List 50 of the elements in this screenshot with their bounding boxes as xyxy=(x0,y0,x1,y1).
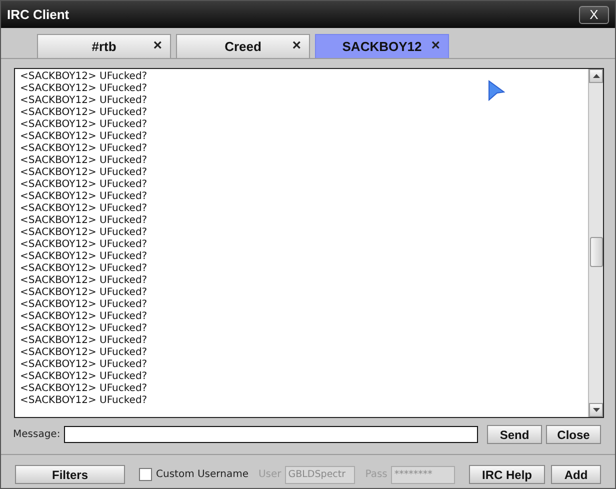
chat-line: <SACKBOY12> UFucked? xyxy=(20,299,148,311)
close-button[interactable]: Close xyxy=(546,425,601,444)
scrollbar[interactable] xyxy=(588,69,603,417)
add-button[interactable]: Add xyxy=(551,465,601,484)
close-button[interactable]: X xyxy=(579,6,609,24)
close-icon[interactable]: × xyxy=(292,37,301,55)
chat-line: <SACKBOY12> UFucked? xyxy=(20,311,148,323)
chat-line: <SACKBOY12> UFucked? xyxy=(20,251,148,263)
chat-line: <SACKBOY12> UFucked? xyxy=(20,359,148,371)
message-field[interactable] xyxy=(64,426,478,443)
chat-line: <SACKBOY12> UFucked? xyxy=(20,323,148,335)
window-title: IRC Client xyxy=(7,6,70,24)
tab[interactable]: #rtb × xyxy=(37,34,171,58)
chat-line: <SACKBOY12> UFucked? xyxy=(20,131,148,143)
checkbox[interactable] xyxy=(139,468,152,481)
tab[interactable]: SACKBOY12 × xyxy=(315,34,449,58)
chat-line: <SACKBOY12> UFucked? xyxy=(20,215,148,227)
chat-line: <SACKBOY12> UFucked? xyxy=(20,107,148,119)
chat-line: <SACKBOY12> UFucked? xyxy=(20,347,148,359)
checkbox-label: Custom Username xyxy=(156,468,248,482)
chat-line: <SACKBOY12> UFucked? xyxy=(20,287,148,299)
chat-line: <SACKBOY12> UFucked? xyxy=(20,395,148,407)
chat-line: <SACKBOY12> UFucked? xyxy=(20,119,148,131)
tab[interactable]: Creed × xyxy=(176,34,310,58)
chat-line: <SACKBOY12> UFucked? xyxy=(20,95,148,107)
chat-line: <SACKBOY12> UFucked? xyxy=(20,275,148,287)
message-label: Message: xyxy=(13,428,60,442)
chat-line: <SACKBOY12> UFucked? xyxy=(20,371,148,383)
close-icon[interactable]: × xyxy=(431,37,440,55)
chat-line: <SACKBOY12> UFucked? xyxy=(20,71,148,83)
chat-line: <SACKBOY12> UFucked? xyxy=(20,227,148,239)
close-icon[interactable]: × xyxy=(153,37,162,55)
chat-line: <SACKBOY12> UFucked? xyxy=(20,167,148,179)
chat-line: <SACKBOY12> UFucked? xyxy=(20,191,148,203)
chat-line: <SACKBOY12> UFucked? xyxy=(20,179,148,191)
scroll-up-icon[interactable] xyxy=(592,74,600,78)
chat-line: <SACKBOY12> UFucked? xyxy=(20,155,148,167)
chat-line: <SACKBOY12> UFucked? xyxy=(20,143,148,155)
scroll-thumb[interactable] xyxy=(590,237,603,267)
filters-button[interactable]: Filters xyxy=(15,465,125,484)
chat-line: <SACKBOY12> UFucked? xyxy=(20,83,148,95)
chat-line: <SACKBOY12> UFucked? xyxy=(20,239,148,251)
chat-line: <SACKBOY12> UFucked? xyxy=(20,203,148,215)
scroll-down-icon[interactable] xyxy=(592,408,600,412)
send-button[interactable]: Send xyxy=(487,425,542,444)
help-button[interactable]: IRC Help xyxy=(469,465,545,484)
pointer-icon xyxy=(488,80,505,102)
chat-line: <SACKBOY12> UFucked? xyxy=(20,335,148,347)
chat-line: <SACKBOY12> UFucked? xyxy=(20,263,148,275)
chat-line: <SACKBOY12> UFucked? xyxy=(20,383,148,395)
